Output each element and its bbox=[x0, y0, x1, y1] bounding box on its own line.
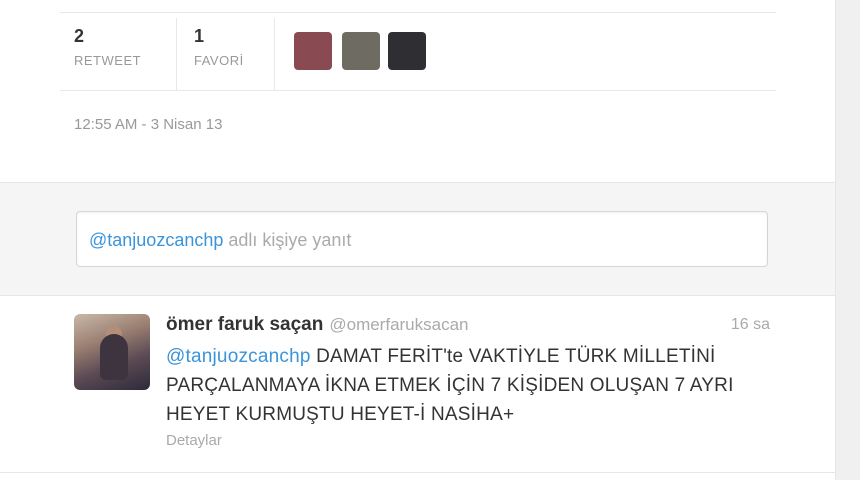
tweet-author[interactable]: ömer faruk saçan @omerfaruksacan bbox=[166, 314, 469, 336]
favoriter-avatar-3[interactable] bbox=[388, 32, 426, 70]
retweet-label: RETWEET bbox=[74, 53, 142, 68]
favoriter-avatar-1[interactable] bbox=[294, 32, 332, 70]
favorite-label: FAVORİ bbox=[194, 53, 244, 68]
tweet-stats: 2 RETWEET 1 FAVORİ bbox=[60, 18, 776, 91]
tweet-detail-card: 2 RETWEET 1 FAVORİ 12:55 AM - 3 Nisan 13… bbox=[0, 0, 836, 480]
favorite-count: 1 bbox=[194, 26, 205, 46]
divider bbox=[0, 472, 836, 473]
author-fullname[interactable]: ömer faruk saçan bbox=[166, 314, 323, 335]
reply-mention: @tanjuozcanchp bbox=[89, 230, 224, 250]
divider bbox=[274, 18, 275, 90]
right-rail bbox=[835, 0, 860, 480]
details-link[interactable]: Detaylar bbox=[166, 432, 222, 449]
divider bbox=[60, 12, 776, 13]
tweet-time[interactable]: 16 sa bbox=[731, 316, 770, 334]
retweet-stat[interactable]: 2 RETWEET bbox=[74, 26, 141, 68]
favorite-stat[interactable]: 1 FAVORİ bbox=[194, 26, 244, 68]
favoriter-avatar-2[interactable] bbox=[342, 32, 380, 70]
avatar[interactable] bbox=[74, 314, 150, 390]
tweet-timestamp[interactable]: 12:55 AM - 3 Nisan 13 bbox=[74, 116, 222, 133]
reply-area: @tanjuozcanchp adlı kişiye yanıt bbox=[0, 182, 836, 296]
reply-placeholder: adlı kişiye yanıt bbox=[223, 230, 352, 250]
divider bbox=[176, 18, 177, 90]
avatar-figure bbox=[100, 334, 128, 380]
tweet-mention[interactable]: @tanjuozcanchp bbox=[166, 346, 311, 367]
author-username[interactable]: @omerfaruksacan bbox=[329, 315, 468, 334]
retweet-count: 2 bbox=[74, 26, 85, 46]
tweet-text: @tanjuozcanchp DAMAT FERİT'te VAKTİYLE T… bbox=[166, 342, 766, 429]
reply-input[interactable]: @tanjuozcanchp adlı kişiye yanıt bbox=[76, 211, 768, 267]
reply-tweet[interactable]: ömer faruk saçan @omerfaruksacan 16 sa @t… bbox=[0, 296, 836, 480]
